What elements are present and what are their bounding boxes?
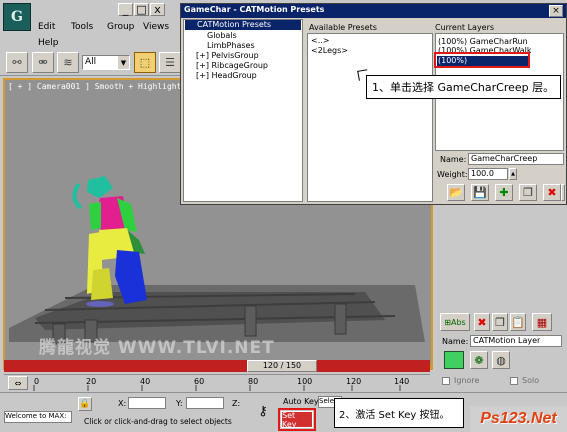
save-icon[interactable]: 💾 xyxy=(471,184,489,201)
menu-tools[interactable]: Tools xyxy=(71,22,93,32)
tick-label: 140 xyxy=(394,377,410,386)
time-slider-thumb[interactable]: 120 / 150 xyxy=(247,360,317,372)
tick-label: 80 xyxy=(248,377,259,386)
panel-name-field[interactable]: CATMotion Layer xyxy=(470,335,562,347)
layer-name-field[interactable]: GameCharCreep xyxy=(468,153,564,165)
layer-paste-icon[interactable]: 📋 xyxy=(510,313,526,331)
site-logo: Ps123.Net xyxy=(470,406,567,432)
dialog-title: GameChar - CATMotion Presets xyxy=(184,5,325,14)
menu-views[interactable]: Views xyxy=(143,22,169,32)
callout-2: 2、激活 Set Key 按钮。 xyxy=(334,398,464,428)
tick-label: 120 xyxy=(346,377,362,386)
layer-manager-icon[interactable]: ▦ xyxy=(532,313,552,331)
command-panel: ⊞Abs ✖ ❐ 📋 ▦ Name: CATMotion Layer ❁ ◍ I… xyxy=(436,205,567,390)
link-icon[interactable]: ⚯ xyxy=(6,52,28,73)
grid-icon[interactable] xyxy=(561,184,565,201)
ignore-label: Ignore xyxy=(454,376,480,385)
auto-key-label[interactable]: Auto Key xyxy=(283,397,319,406)
menu-group[interactable]: Group xyxy=(107,22,134,32)
ignore-checkbox[interactable] xyxy=(442,377,450,385)
y-field[interactable] xyxy=(186,397,224,409)
weight-spinner[interactable]: ▲ xyxy=(509,168,517,180)
callout-1: 1、单击选择 GameCharCreep 层。 xyxy=(366,75,561,99)
layer-add-icon[interactable]: ⊞Abs xyxy=(440,313,470,331)
select-by-name-icon[interactable]: ☰ xyxy=(159,52,181,73)
globe-icon[interactable]: ◍ xyxy=(492,351,510,369)
app-logo[interactable]: G xyxy=(3,3,31,31)
tree-item[interactable]: [+] PelvisGroup xyxy=(196,51,259,60)
new-layer-icon[interactable]: ✚ xyxy=(495,184,513,201)
callout-1-pointer xyxy=(357,69,369,81)
x-label: X: xyxy=(118,399,127,408)
tree-item[interactable]: CATMotion Presets xyxy=(185,20,301,30)
callout-1-text: 1、单击选择 GameCharCreep 层。 xyxy=(372,81,555,94)
layer-color-swatch[interactable] xyxy=(444,351,464,369)
time-slider-track[interactable]: 120 / 150 xyxy=(4,360,430,372)
panel-name-label: Name: xyxy=(442,337,469,346)
tree-item[interactable]: Globals xyxy=(207,31,237,40)
track-bar-toggle-icon[interactable]: ⇔ xyxy=(8,376,28,390)
layer-item[interactable]: (100%) GameCharRun xyxy=(438,37,528,46)
current-layers-header: Current Layers xyxy=(435,23,495,32)
unlink-icon[interactable]: ⚮ xyxy=(32,52,54,73)
frame-counter: 120 / 150 xyxy=(262,361,302,370)
layer-weight-field[interactable]: 100.0 xyxy=(468,168,508,180)
tick-label: 40 xyxy=(140,377,151,386)
tick-label: 100 xyxy=(297,377,313,386)
solo-label: Solo xyxy=(522,376,540,385)
selection-filter-value: All xyxy=(85,57,97,67)
copy-layer-icon[interactable]: ❐ xyxy=(519,184,537,201)
z-label: Z: xyxy=(232,399,241,408)
available-presets-header: Available Presets xyxy=(309,23,377,32)
list-item[interactable]: <2Legs> xyxy=(311,46,348,55)
menu-bar: Edit Tools Group Views Help xyxy=(38,20,183,50)
panel-scroll xyxy=(436,205,563,309)
available-presets-list[interactable]: <..> <2Legs> xyxy=(307,33,433,202)
menu-edit[interactable]: Edit xyxy=(38,22,55,32)
prompt-text: Click or click-and-drag to select object… xyxy=(84,417,232,426)
selection-filter-dropdown[interactable]: All ▼ xyxy=(82,55,130,70)
tree-item[interactable]: [+] HeadGroup xyxy=(196,71,257,80)
delete-icon[interactable]: ✖ xyxy=(543,184,561,201)
chevron-down-icon: ▼ xyxy=(118,56,129,69)
layer-name-label: Name: xyxy=(440,155,467,164)
welcome-field[interactable]: Welcome to MAX: xyxy=(4,411,72,423)
select-object-icon[interactable]: ⬚ xyxy=(134,52,156,73)
close-button[interactable]: x xyxy=(150,3,165,16)
tick-label: 20 xyxy=(86,377,97,386)
tree-item[interactable]: [+] RibcageGroup xyxy=(196,61,268,70)
minimize-button[interactable]: _ xyxy=(118,3,133,16)
paw-icon[interactable]: ❁ xyxy=(470,351,488,369)
layer-weight-label: Weight: xyxy=(437,170,468,179)
x-field[interactable] xyxy=(128,397,166,409)
list-item[interactable]: <..> xyxy=(311,36,330,45)
tick-label: 0 xyxy=(34,377,40,386)
dialog-close-button[interactable]: × xyxy=(549,5,563,17)
set-key-highlight-box xyxy=(278,408,316,431)
solo-checkbox[interactable] xyxy=(510,377,518,385)
key-icon[interactable]: ⚷ xyxy=(252,403,274,419)
dialog-titlebar[interactable]: GameChar - CATMotion Presets × xyxy=(181,4,566,18)
layer-delete-icon[interactable]: ✖ xyxy=(474,313,490,331)
open-folder-icon[interactable]: 📂 xyxy=(447,184,465,201)
y-label: Y: xyxy=(176,399,183,408)
track-bar[interactable]: ⇔ 0 20 40 60 80 100 120 140 xyxy=(4,374,430,392)
layer-highlight-box xyxy=(434,52,530,68)
catmotion-dialog: GameChar - CATMotion Presets × CATMotion… xyxy=(180,3,567,205)
tick-label: 60 xyxy=(194,377,205,386)
callout-2-text: 2、激活 Set Key 按钮。 xyxy=(339,409,450,421)
site-logo-text: Ps123.Net xyxy=(480,410,557,427)
preset-tree[interactable]: CATMotion Presets Globals LimbPhases [+]… xyxy=(183,19,303,202)
menu-help[interactable]: Help xyxy=(38,38,59,48)
lock-icon[interactable]: 🔒 xyxy=(78,397,92,411)
maximize-button[interactable]: □ xyxy=(134,3,149,16)
viewport-watermark: 腾龍视觉 WWW.TLVI.NET xyxy=(39,338,275,358)
tree-item[interactable]: LimbPhases xyxy=(207,41,255,50)
window-controls: _ □ x xyxy=(118,3,166,17)
layer-copy-icon[interactable]: ❐ xyxy=(492,313,508,331)
bind-spacewarp-icon[interactable]: ≋ xyxy=(57,52,79,73)
